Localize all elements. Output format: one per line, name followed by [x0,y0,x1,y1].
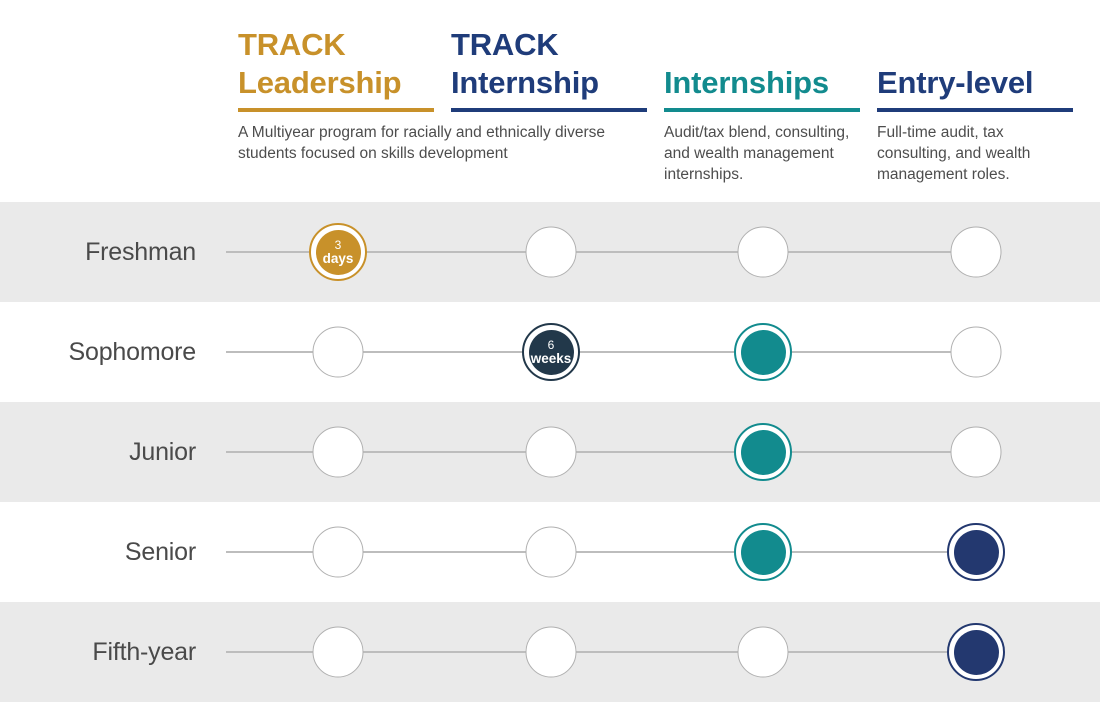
node-core [740,429,786,475]
node-ring: 6 weeks [522,323,580,381]
row-nodes [0,402,1100,502]
row-nodes: 3 days [0,202,1100,302]
milestone-node-track-leadership[interactable] [312,426,364,478]
milestone-node-track-leadership[interactable] [312,626,364,678]
row-nodes: 6 weeks [0,302,1100,402]
node-ring [734,423,792,481]
column-underline [664,107,860,112]
column-underline [451,107,647,112]
milestone-node-internships[interactable] [737,626,789,678]
node-label: 3 days [322,237,354,266]
node-core [953,529,999,575]
node-core: 3 days [315,229,361,275]
milestone-node-track-internship[interactable] [525,426,577,478]
row-nodes [0,502,1100,602]
node-ring [947,523,1005,581]
node-core: 6 weeks [528,329,574,375]
node-unit: days [322,250,354,266]
career-pathway-infographic: TRACK Leadership A Multiyear program for… [0,0,1100,704]
node-core [740,529,786,575]
node-number: 3 [334,237,342,252]
node-label: 6 weeks [530,337,572,366]
column-title: TRACK Internship [451,27,599,100]
table-row: Freshman 3 days [0,202,1100,302]
column-title: Internships [664,65,829,100]
table-row: Fifth-year [0,602,1100,702]
column-underline [238,107,434,112]
milestone-node-track-internship[interactable]: 6 weeks [522,323,580,381]
milestone-node-internships[interactable] [737,226,789,278]
milestone-node-track-leadership[interactable]: 3 days [309,223,367,281]
column-title: TRACK Leadership [238,27,402,100]
column-header-internships: Internships Audit/tax blend, consulting,… [664,26,860,186]
node-unit: weeks [530,350,572,366]
milestone-node-entry-level[interactable] [947,523,1005,581]
column-title: Entry-level [877,65,1034,100]
row-nodes [0,602,1100,702]
column-header-track-leadership: TRACK Leadership A Multiyear program for… [238,26,605,164]
column-headers: TRACK Leadership A Multiyear program for… [0,0,1100,202]
milestone-node-internships[interactable] [734,323,792,381]
column-header-entry-level: Entry-level Full-time audit, tax consult… [877,26,1073,186]
column-header-track-internship: TRACK Internship [451,26,649,112]
milestone-node-entry-level[interactable] [950,226,1002,278]
milestone-node-internships[interactable] [734,523,792,581]
table-row: Senior [0,502,1100,602]
milestone-node-internships[interactable] [734,423,792,481]
milestone-node-entry-level[interactable] [947,623,1005,681]
milestone-node-track-internship[interactable] [525,626,577,678]
node-ring [734,323,792,381]
column-underline [877,107,1073,112]
milestone-node-track-leadership[interactable] [312,326,364,378]
milestone-node-entry-level[interactable] [950,426,1002,478]
column-description: Audit/tax blend, consulting, and wealth … [664,123,850,183]
timeline-rows: Freshman 3 days Sophomore 6 weeks Junior… [0,202,1100,704]
node-number: 6 [547,337,555,352]
milestone-node-track-leadership[interactable] [312,526,364,578]
table-row: Sophomore 6 weeks [0,302,1100,402]
node-ring [734,523,792,581]
column-description: Full-time audit, tax consulting, and wea… [877,123,1031,183]
node-core [740,329,786,375]
column-description: A Multiyear program for racially and eth… [238,123,605,162]
node-core [953,629,999,675]
milestone-node-entry-level[interactable] [950,326,1002,378]
table-row: Junior [0,402,1100,502]
milestone-node-track-internship[interactable] [525,526,577,578]
node-ring: 3 days [309,223,367,281]
milestone-node-track-internship[interactable] [525,226,577,278]
node-ring [947,623,1005,681]
